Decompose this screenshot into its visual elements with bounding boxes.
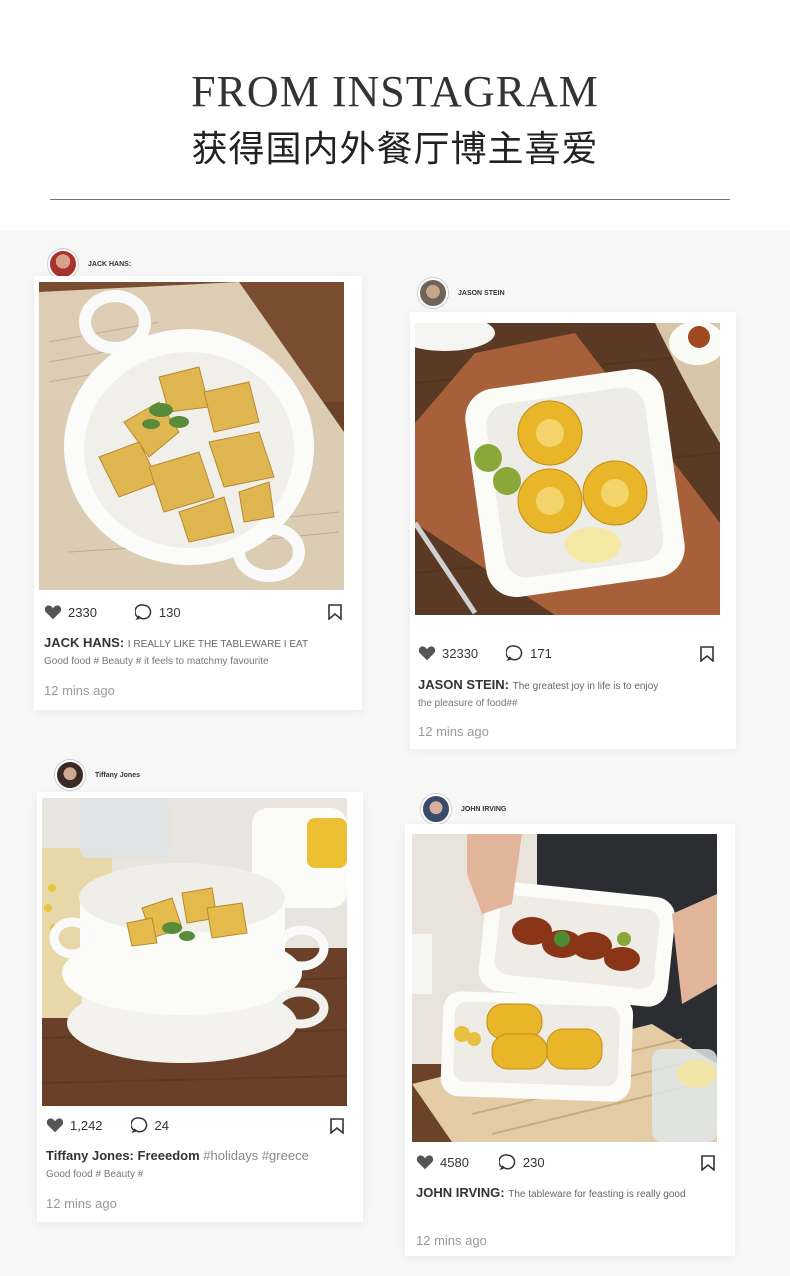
heart-icon[interactable] [44,604,62,620]
caption-username[interactable]: JOHN IRVING: [416,1185,505,1200]
bookmark-icon[interactable] [328,604,342,620]
like-count: 32330 [442,645,479,661]
post-photo[interactable] [42,798,347,1106]
page-title-chinese: 获得国内外餐厅博主喜爱 [191,129,599,170]
comment-count: 171 [530,645,552,661]
post-tags: the pleasure of food## [418,698,518,709]
comment-count: 24 [154,1117,170,1133]
page-title-english: FROM INSTAGRAM [191,67,599,116]
avatar[interactable] [55,760,85,790]
post-actions: 4580 230 [416,1153,545,1171]
post-actions: 2330 130 [44,603,181,621]
post-caption: JASON STEIN: The greatest joy in life is… [418,676,728,696]
caption-text: Freeedom [137,1148,200,1163]
comment-count: 230 [522,1154,545,1170]
heart-icon[interactable] [46,1117,64,1133]
post-tags: Good food # Beauty # [46,1169,144,1180]
post-photo[interactable] [39,282,344,590]
header-divider [50,199,730,200]
post-user-row[interactable]: JACK HANS: [48,249,131,279]
post-username[interactable]: JOHN IRVING [461,806,506,813]
avatar[interactable] [48,249,78,279]
comment-icon[interactable] [498,1153,517,1171]
post-time: 12 mins ago [418,724,489,739]
post-user-row[interactable]: JOHN IRVING [421,794,506,824]
page-header: FROM INSTAGRAM 获得国内外餐厅博主喜爱 [0,0,790,230]
caption-text: I REALLY LIKE THE TABLEWARE I EAT [127,639,309,650]
caption-hashtags[interactable]: #holidays #greece [203,1148,309,1163]
bookmark-icon[interactable] [701,1155,715,1171]
post-username[interactable]: Tiffany Jones [95,772,140,779]
post-username[interactable]: JASON STEIN [458,290,505,297]
caption-username[interactable]: JACK HANS: [44,635,124,650]
post-caption: Tiffany Jones: Freeedom #holidays #greec… [46,1147,356,1165]
caption-text: The tableware for feasting is really goo… [508,1189,686,1200]
like-count: 4580 [440,1154,469,1170]
comment-icon[interactable] [506,644,524,662]
bookmark-icon[interactable] [330,1118,344,1134]
post-time: 12 mins ago [416,1233,487,1248]
post-photo[interactable] [415,323,720,615]
post-actions: 1,242 24 [46,1116,169,1134]
comment-count: 130 [158,604,181,620]
caption-text: The greatest joy in life is to enjoy [512,681,659,692]
post-time: 12 mins ago [46,1196,117,1211]
post-username[interactable]: JACK HANS: [88,261,131,268]
post-actions: 32330 171 [418,644,552,662]
caption-username[interactable]: JASON STEIN: [418,677,509,692]
post-time: 12 mins ago [44,683,115,698]
post-tags: Good food # Beauty # it feels to matchmy… [44,656,269,667]
comment-icon[interactable] [134,603,153,621]
heart-icon[interactable] [418,645,436,661]
post-caption: JACK HANS: I REALLY LIKE THE TABLEWARE I… [44,634,354,654]
like-count: 1,242 [70,1117,103,1133]
avatar[interactable] [421,794,451,824]
avatar[interactable] [418,278,448,308]
post-photo[interactable] [412,834,717,1142]
post-caption: JOHN IRVING: The tableware for feasting … [416,1184,726,1204]
post-user-row[interactable]: Tiffany Jones [55,760,140,790]
heart-icon[interactable] [416,1154,434,1170]
caption-username[interactable]: Tiffany Jones: [46,1148,134,1163]
post-user-row[interactable]: JASON STEIN [418,278,505,308]
like-count: 2330 [68,604,97,620]
comment-icon[interactable] [130,1116,149,1134]
bookmark-icon[interactable] [700,646,714,662]
